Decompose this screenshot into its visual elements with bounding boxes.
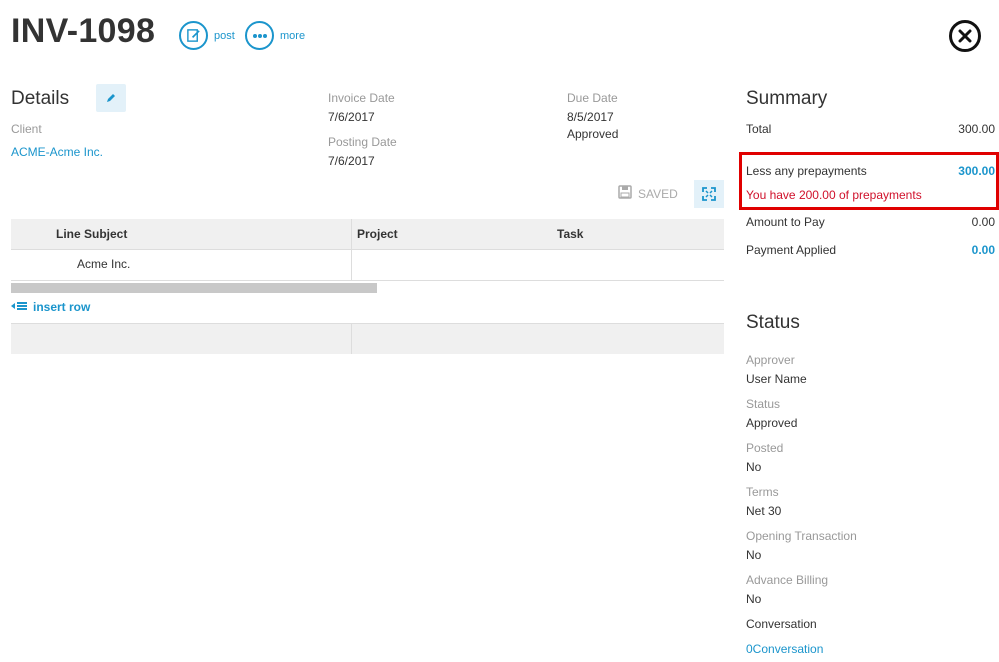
- advance-billing-value: No: [746, 592, 762, 606]
- terms-label: Terms: [746, 485, 779, 499]
- payment-applied-label: Payment Applied: [746, 243, 837, 257]
- pencil-icon[interactable]: [96, 84, 126, 112]
- prepayments-note: You have 200.00 of prepayments: [746, 188, 922, 202]
- total-label: Total: [746, 122, 772, 136]
- edit-note-icon: [179, 21, 208, 50]
- more-label: more: [280, 29, 306, 42]
- invoice-title: INV-1098: [11, 12, 156, 50]
- horizontal-scrollbar[interactable]: [11, 283, 377, 293]
- posting-date-label: Posting Date: [328, 135, 397, 149]
- prepayments-row: Less any prepayments 300.00: [746, 164, 995, 178]
- due-date-label: Due Date: [567, 91, 618, 105]
- post-label: post: [214, 29, 235, 42]
- approver-value: User Name: [746, 372, 807, 386]
- ellipsis-icon: [245, 21, 274, 50]
- status-label: Status: [746, 397, 781, 411]
- total-value: 300.00: [958, 122, 995, 136]
- amount-to-pay-value: 0.00: [971, 215, 995, 229]
- lines-grid-footer: [11, 323, 724, 354]
- status-value: Approved: [746, 416, 798, 430]
- amount-to-pay-row: Amount to Pay 0.00: [746, 215, 995, 229]
- prepayments-value[interactable]: 300.00: [958, 164, 995, 178]
- column-line-subject[interactable]: Line Subject: [56, 227, 127, 241]
- posting-date-value: 7/6/2017: [328, 154, 375, 168]
- table-row[interactable]: Acme Inc.: [11, 250, 724, 281]
- close-icon[interactable]: [949, 20, 981, 52]
- post-button[interactable]: post: [179, 21, 235, 50]
- payment-applied-value[interactable]: 0.00: [972, 243, 995, 257]
- payment-applied-row: Payment Applied 0.00: [746, 243, 995, 257]
- conversation-label: Conversation: [746, 617, 817, 631]
- posted-label: Posted: [746, 441, 784, 455]
- client-label: Client: [11, 122, 42, 136]
- more-button[interactable]: more: [245, 21, 305, 50]
- details-title: Details: [11, 88, 70, 109]
- column-project[interactable]: Project: [357, 227, 398, 241]
- insert-row-label: insert row: [33, 300, 91, 314]
- posted-value: No: [746, 460, 762, 474]
- approver-label: Approver: [746, 353, 795, 367]
- save-disk-icon: [618, 185, 632, 202]
- expand-icon[interactable]: [694, 180, 724, 208]
- lines-grid-header: Line Subject Project Task: [11, 219, 724, 250]
- summary-title: Summary: [746, 88, 828, 109]
- line-subject-cell[interactable]: Acme Inc.: [77, 257, 130, 271]
- amount-to-pay-label: Amount to Pay: [746, 215, 825, 229]
- footer-column-divider: [351, 323, 352, 354]
- saved-indicator: SAVED: [618, 185, 678, 202]
- invoice-date-label: Invoice Date: [328, 91, 395, 105]
- status-title: Status: [746, 312, 800, 333]
- approval-status: Approved: [567, 127, 619, 141]
- saved-label: SAVED: [638, 186, 678, 201]
- total-row: Total 300.00: [746, 122, 995, 136]
- prepayments-label: Less any prepayments: [746, 164, 867, 178]
- advance-billing-label: Advance Billing: [746, 573, 829, 587]
- due-date-value: 8/5/2017: [567, 110, 614, 124]
- opening-transaction-value: No: [746, 548, 762, 562]
- opening-transaction-label: Opening Transaction: [746, 529, 857, 543]
- client-link[interactable]: ACME-Acme Inc.: [11, 145, 103, 159]
- insert-row-button[interactable]: insert row: [11, 300, 90, 314]
- invoice-date-value: 7/6/2017: [328, 110, 375, 124]
- column-task[interactable]: Task: [557, 227, 583, 241]
- terms-value: Net 30: [746, 504, 782, 518]
- insert-row-icon: [11, 300, 27, 314]
- conversation-link[interactable]: 0Conversation: [746, 642, 823, 656]
